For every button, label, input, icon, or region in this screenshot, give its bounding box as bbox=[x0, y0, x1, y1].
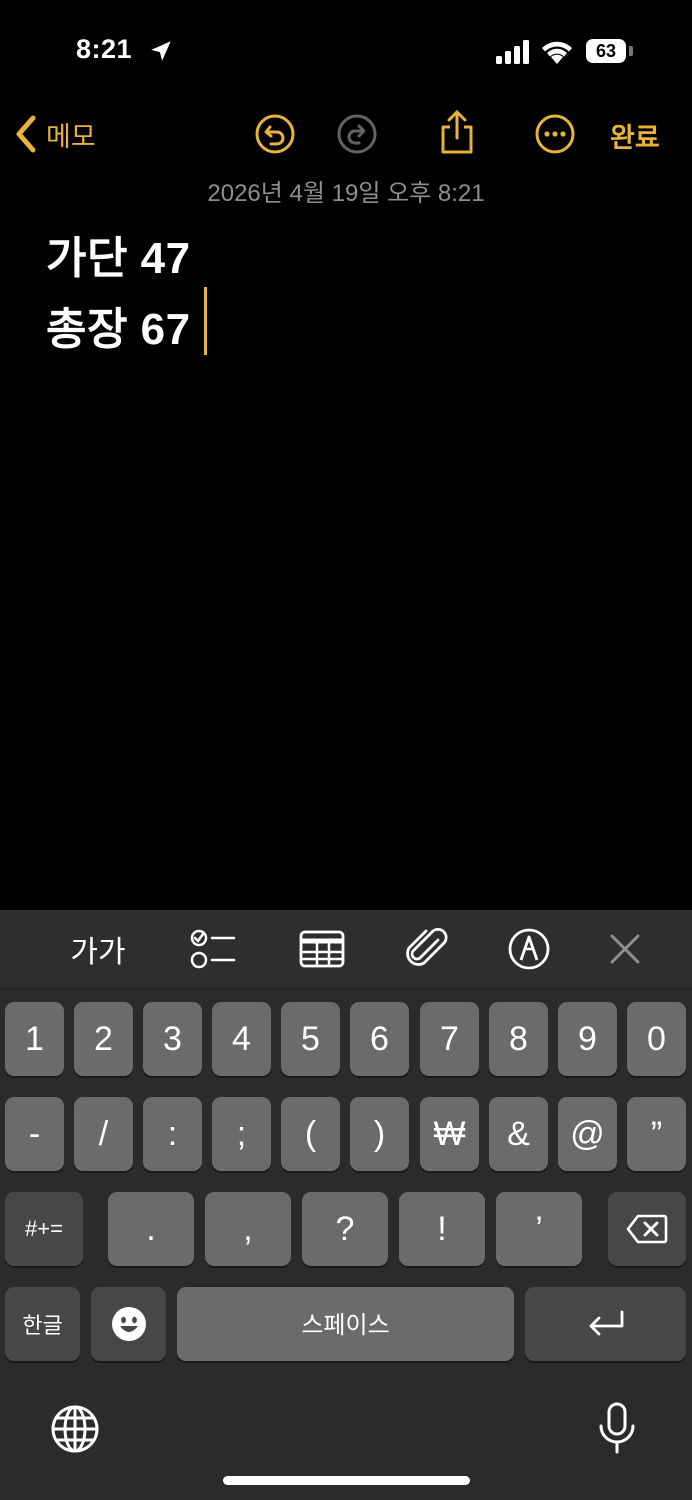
paperclip-icon[interactable] bbox=[404, 926, 450, 972]
back-chevron-icon bbox=[16, 115, 36, 153]
key-3[interactable]: 3 bbox=[143, 1002, 202, 1076]
return-icon bbox=[589, 1310, 623, 1336]
key-9[interactable]: 9 bbox=[558, 1002, 617, 1076]
key-ampersand[interactable]: & bbox=[489, 1097, 548, 1171]
note-date: 2026년 4월 19일 오후 8:21 bbox=[207, 180, 485, 207]
key-period[interactable]: . bbox=[108, 1192, 194, 1266]
key-2[interactable]: 2 bbox=[74, 1002, 133, 1076]
key-7[interactable]: 7 bbox=[420, 1002, 479, 1076]
battery-nub bbox=[629, 46, 633, 56]
text-format-button[interactable]: 가가 bbox=[66, 926, 130, 972]
text-cursor bbox=[204, 287, 207, 355]
back-label: 메모 bbox=[46, 121, 96, 152]
backspace-icon bbox=[626, 1214, 668, 1244]
undo-icon[interactable] bbox=[253, 112, 297, 156]
key-8[interactable]: 8 bbox=[489, 1002, 548, 1076]
backspace-key[interactable] bbox=[608, 1192, 686, 1266]
space-key[interactable]: 스페이스 bbox=[177, 1287, 514, 1361]
cellular-signal-icon bbox=[496, 40, 529, 64]
emoji-icon bbox=[111, 1307, 146, 1341]
checklist-icon[interactable] bbox=[188, 926, 236, 972]
key-4[interactable]: 4 bbox=[212, 1002, 271, 1076]
key-apostrophe[interactable]: ’ bbox=[496, 1192, 582, 1266]
key-question[interactable]: ? bbox=[302, 1192, 388, 1266]
back-button[interactable]: 메모 bbox=[14, 112, 96, 156]
key-close-paren[interactable]: ) bbox=[350, 1097, 409, 1171]
more-icon[interactable] bbox=[533, 112, 577, 156]
wifi-icon bbox=[542, 41, 572, 64]
redo-icon[interactable] bbox=[335, 112, 379, 156]
status-time: 8:21 bbox=[76, 34, 133, 64]
note-line[interactable]: 총장 67 bbox=[46, 293, 191, 357]
key-5[interactable]: 5 bbox=[281, 1002, 340, 1076]
battery-icon: 63 bbox=[586, 39, 626, 63]
key-exclamation[interactable]: ! bbox=[399, 1192, 485, 1266]
return-key[interactable] bbox=[525, 1287, 686, 1361]
key-1[interactable]: 1 bbox=[5, 1002, 64, 1076]
microphone-icon[interactable] bbox=[596, 1402, 638, 1456]
key-language-korean[interactable]: 한글 bbox=[5, 1287, 80, 1361]
key-comma[interactable]: , bbox=[205, 1192, 291, 1266]
globe-icon[interactable] bbox=[50, 1404, 100, 1454]
share-icon[interactable] bbox=[435, 108, 479, 156]
key-at[interactable]: @ bbox=[558, 1097, 617, 1171]
key-semicolon[interactable]: ; bbox=[212, 1097, 271, 1171]
note-line[interactable]: 가단 47 bbox=[46, 222, 191, 286]
key-open-paren[interactable]: ( bbox=[281, 1097, 340, 1171]
key-slash[interactable]: / bbox=[74, 1097, 133, 1171]
key-won[interactable]: ₩ bbox=[420, 1097, 479, 1171]
markup-pen-icon[interactable] bbox=[507, 926, 551, 972]
close-icon[interactable] bbox=[604, 926, 646, 972]
key-hyphen[interactable]: - bbox=[5, 1097, 64, 1171]
table-icon[interactable] bbox=[298, 926, 346, 972]
key-0[interactable]: 0 bbox=[627, 1002, 686, 1076]
home-indicator[interactable] bbox=[223, 1476, 470, 1485]
location-arrow-icon bbox=[151, 41, 171, 61]
key-more-symbols[interactable]: #+= bbox=[5, 1192, 83, 1266]
key-quote[interactable]: ” bbox=[627, 1097, 686, 1171]
key-6[interactable]: 6 bbox=[350, 1002, 409, 1076]
emoji-key[interactable] bbox=[91, 1287, 166, 1361]
key-colon[interactable]: : bbox=[143, 1097, 202, 1171]
done-button[interactable]: 완료 bbox=[610, 116, 660, 155]
